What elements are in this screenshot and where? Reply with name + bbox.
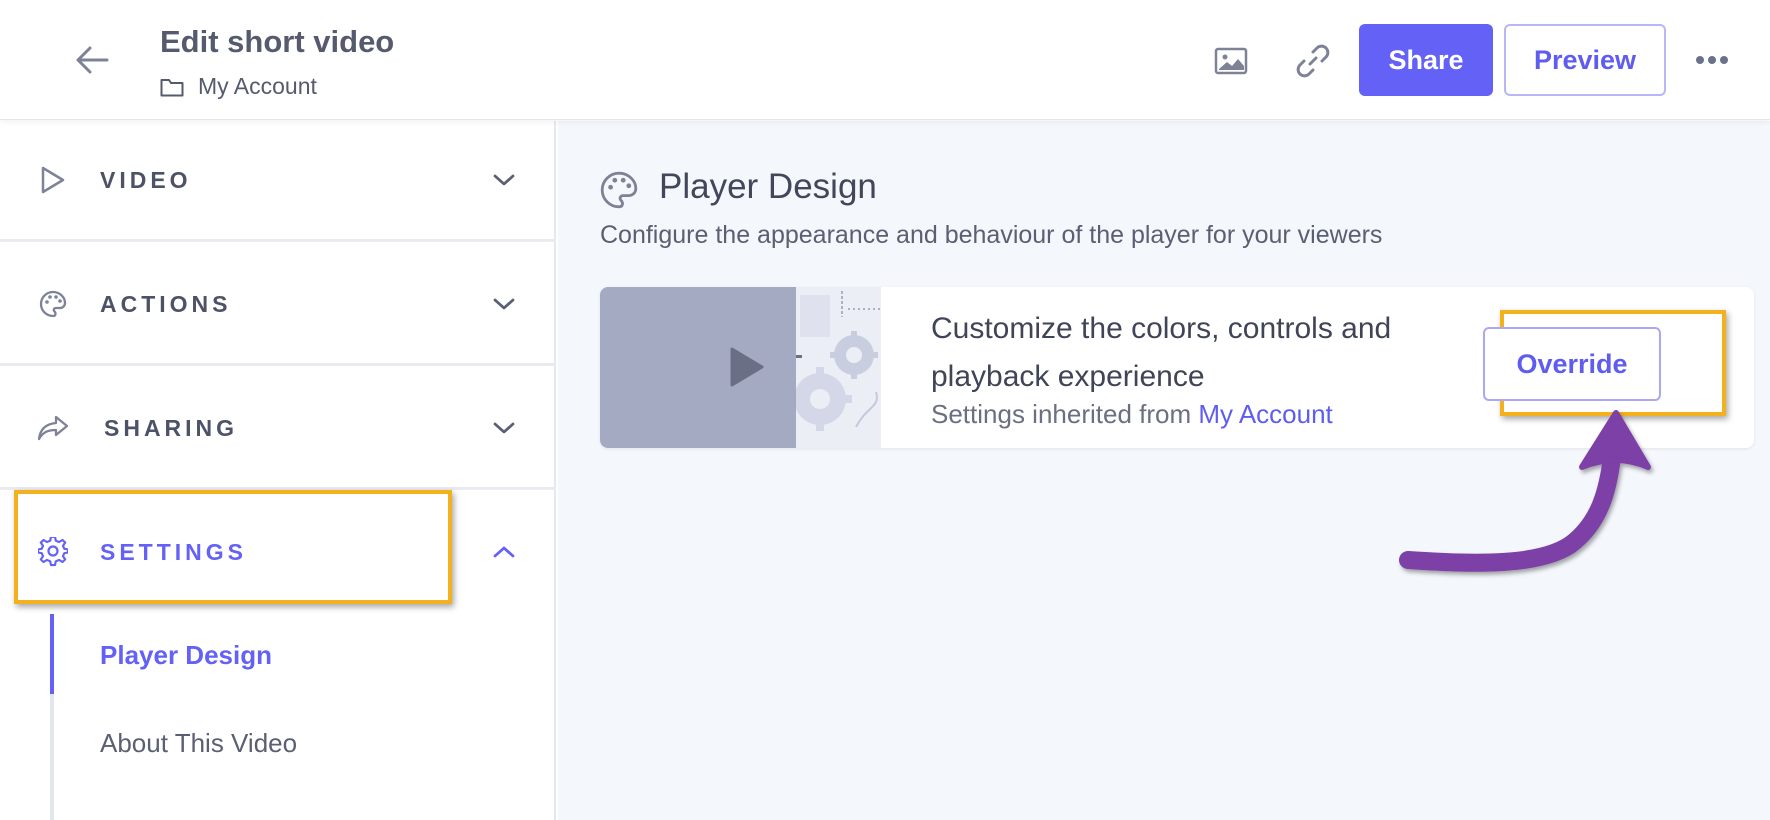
inherited-account-link[interactable]: My Account bbox=[1198, 399, 1332, 429]
card-inherited-text: Settings inherited from My Account bbox=[931, 399, 1333, 430]
play-icon bbox=[36, 163, 70, 197]
chevron-down-icon bbox=[488, 412, 520, 444]
sidebar-section-actions[interactable]: ACTIONS bbox=[0, 245, 556, 363]
divider bbox=[0, 363, 556, 366]
more-options-button[interactable] bbox=[1690, 40, 1734, 80]
palette-icon bbox=[36, 287, 70, 321]
subnav-active-indicator bbox=[50, 614, 54, 694]
sidebar-section-label: SETTINGS bbox=[100, 538, 248, 565]
folder-icon bbox=[160, 78, 184, 96]
gear-icon bbox=[796, 291, 881, 431]
player-thumbnail bbox=[600, 287, 796, 448]
top-bar: Edit short video My Account Share Previe… bbox=[0, 0, 1770, 120]
back-button[interactable] bbox=[70, 38, 114, 82]
subnav-item-about-this-video[interactable]: About This Video bbox=[100, 728, 297, 759]
more-dot-icon bbox=[1696, 56, 1704, 64]
sidebar-section-video[interactable]: VIDEO bbox=[0, 121, 556, 239]
subnav-item-player-design[interactable]: Player Design bbox=[100, 640, 272, 671]
inherited-prefix: Settings inherited from bbox=[931, 399, 1192, 429]
arrow-left-icon bbox=[76, 46, 109, 74]
chevron-down-icon bbox=[488, 288, 520, 320]
more-dot-icon bbox=[1720, 56, 1728, 64]
more-dot-icon bbox=[1708, 56, 1716, 64]
chevron-up-icon bbox=[488, 536, 520, 568]
palette-icon bbox=[600, 171, 638, 209]
sidebar-section-settings[interactable]: SETTINGS bbox=[0, 493, 556, 611]
sidebar-section-sharing[interactable]: SHARING bbox=[0, 369, 556, 487]
main-panel: Player Design Configure the appearance a… bbox=[558, 121, 1770, 820]
override-button[interactable]: Override bbox=[1483, 327, 1661, 401]
chevron-down-icon bbox=[488, 164, 520, 196]
divider bbox=[0, 487, 556, 490]
folder-label: My Account bbox=[198, 73, 317, 99]
page-title: Edit short video bbox=[160, 24, 395, 59]
copy-link-button[interactable] bbox=[1290, 38, 1336, 84]
image-icon bbox=[1214, 47, 1248, 75]
sidebar: VIDEO ACTIONS SHARING SETTINGS Player De… bbox=[0, 121, 556, 820]
play-icon bbox=[730, 347, 764, 387]
section-description: Configure the appearance and behaviour o… bbox=[600, 221, 1383, 249]
share-button[interactable]: Share bbox=[1359, 24, 1493, 96]
divider bbox=[0, 239, 556, 242]
sidebar-section-label: VIDEO bbox=[100, 166, 192, 193]
gears-illustration bbox=[796, 287, 881, 448]
sidebar-section-label: ACTIONS bbox=[100, 290, 232, 317]
section-title: Player Design bbox=[659, 167, 877, 206]
card-headline: Customize the colors, controls and playb… bbox=[931, 312, 1392, 393]
sidebar-section-label: SHARING bbox=[104, 414, 239, 441]
share-arrow-icon bbox=[36, 411, 70, 445]
gear-icon bbox=[36, 535, 70, 569]
breadcrumb[interactable]: My Account bbox=[160, 73, 317, 100]
preview-button[interactable]: Preview bbox=[1504, 24, 1666, 96]
thumbnail-button[interactable] bbox=[1208, 38, 1254, 84]
link-icon bbox=[1296, 44, 1330, 78]
